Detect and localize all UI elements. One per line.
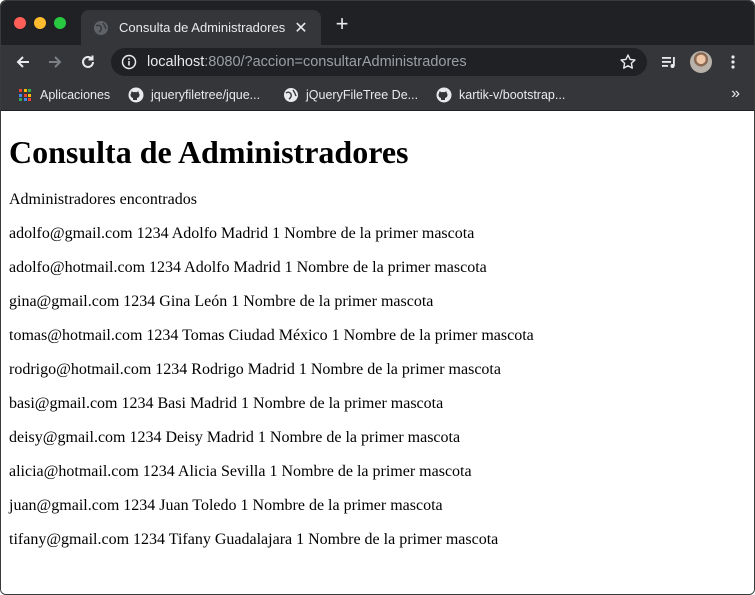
admin-row: tomas@hotmail.com 1234 Tomas Ciudad Méxi… <box>9 327 534 344</box>
tab-strip: Consulta de Administradores ✕ + <box>1 1 754 45</box>
bookmark-jqueryfiletree-demo[interactable]: jQueryFileTree De... <box>283 85 418 105</box>
tab-active[interactable]: Consulta de Administradores ✕ <box>81 10 321 45</box>
browser-window: Consulta de Administradores ✕ + localhos… <box>0 0 755 595</box>
bookmark-apps[interactable]: Aplicaciones <box>17 85 110 105</box>
reload-button[interactable] <box>76 50 100 74</box>
results-subtitle: Administradores encontrados <box>9 191 197 208</box>
arrow-right-icon <box>49 56 62 68</box>
arrow-left-icon <box>16 56 29 68</box>
apps-grid-icon <box>17 87 33 103</box>
admin-row: gina@gmail.com 1234 Gina León 1 Nombre d… <box>9 293 434 310</box>
close-window-button[interactable] <box>14 17 26 29</box>
reading-list-button[interactable] <box>657 50 681 74</box>
bookmark-jqueryfiletree-github[interactable]: jqueryfiletree/jque... <box>128 85 260 105</box>
url-text[interactable]: localhost:8080/?accion=consultarAdminist… <box>147 54 467 70</box>
bookmark-label: kartik-v/bootstrap... <box>459 88 566 102</box>
toolbar: localhost:8080/?accion=consultarAdminist… <box>1 45 754 79</box>
bookmark-label: jQueryFileTree De... <box>306 88 419 102</box>
reload-icon <box>82 55 94 68</box>
more-vertical-icon <box>731 55 735 69</box>
minimize-window-button[interactable] <box>34 17 46 29</box>
admin-row: adolfo@hotmail.com 1234 Adolfo Madrid 1 … <box>9 259 487 276</box>
bookmark-kartik-bootstrap[interactable]: kartik-v/bootstrap... <box>436 85 565 105</box>
github-icon <box>436 87 452 103</box>
bookmark-label: jqueryfiletree/jque... <box>151 88 261 102</box>
admin-row: alicia@hotmail.com 1234 Alicia Sevilla 1… <box>9 463 472 480</box>
admin-row: juan@gmail.com 1234 Juan Toledo 1 Nombre… <box>9 497 443 514</box>
page-title: Consulta de Administradores <box>9 134 409 170</box>
tab-title: Consulta de Administradores <box>119 20 286 35</box>
bookmarks-bar: Aplicaciones jqueryfiletree/jque... jQue… <box>1 79 754 111</box>
back-button[interactable] <box>11 50 35 74</box>
url-host: localhost <box>147 54 205 70</box>
bookmark-label: Aplicaciones <box>40 88 111 102</box>
url-path: :8080/?accion=consultarAdministradores <box>204 54 467 70</box>
playlist-icon <box>662 57 675 68</box>
admin-row: adolfo@gmail.com 1234 Adolfo Madrid 1 No… <box>9 225 475 242</box>
profile-button[interactable] <box>689 50 713 74</box>
github-icon <box>128 87 144 103</box>
menu-button[interactable] <box>721 50 745 74</box>
globe-icon <box>93 20 109 36</box>
admin-row: deisy@gmail.com 1234 Deisy Madrid 1 Nomb… <box>9 429 461 446</box>
maximize-window-button[interactable] <box>54 17 66 29</box>
chevron-double-right-icon[interactable]: » <box>731 85 740 103</box>
globe-icon <box>283 87 299 103</box>
avatar <box>690 51 712 73</box>
new-tab-button[interactable]: + <box>331 13 353 35</box>
page-content: Consulta de Administradores Administrado… <box>1 112 754 594</box>
admin-row: rodrigo@hotmail.com 1234 Rodrigo Madrid … <box>9 361 501 378</box>
admin-row: basi@gmail.com 1234 Basi Madrid 1 Nombre… <box>9 395 444 412</box>
admin-row: tifany@gmail.com 1234 Tifany Guadalajara… <box>9 531 499 548</box>
close-tab-icon[interactable]: ✕ <box>293 18 309 38</box>
info-icon[interactable] <box>121 54 137 70</box>
forward-button[interactable] <box>43 50 67 74</box>
address-bar[interactable]: localhost:8080/?accion=consultarAdminist… <box>111 48 647 76</box>
bookmark-star-icon[interactable] <box>619 53 637 71</box>
